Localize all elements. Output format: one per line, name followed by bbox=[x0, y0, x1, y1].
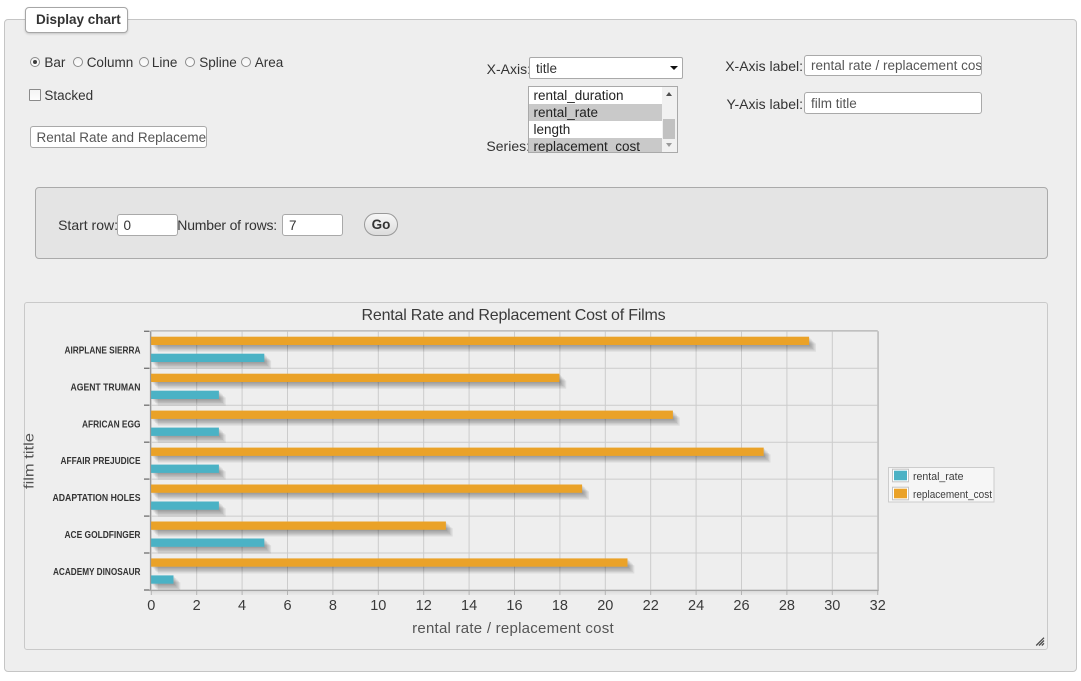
svg-text:Rental Rate and Replacement Co: Rental Rate and Replacement Cost of Film… bbox=[362, 307, 666, 324]
svg-text:14: 14 bbox=[461, 598, 477, 614]
svg-text:10: 10 bbox=[370, 598, 386, 614]
svg-text:AFFAIR PREJUDICE: AFFAIR PREJUDICE bbox=[61, 456, 141, 467]
svg-text:AGENT TRUMAN: AGENT TRUMAN bbox=[71, 382, 141, 393]
svg-text:ADAPTATION HOLES: ADAPTATION HOLES bbox=[53, 493, 141, 504]
svg-text:ACE GOLDFINGER: ACE GOLDFINGER bbox=[65, 530, 142, 541]
svg-text:12: 12 bbox=[416, 598, 432, 614]
svg-text:24: 24 bbox=[688, 598, 704, 614]
svg-text:4: 4 bbox=[238, 598, 246, 614]
svg-text:2: 2 bbox=[193, 598, 201, 614]
svg-text:rental rate / replacement cost: rental rate / replacement cost bbox=[412, 620, 614, 637]
svg-text:28: 28 bbox=[779, 598, 795, 614]
svg-text:AFRICAN EGG: AFRICAN EGG bbox=[82, 419, 141, 430]
svg-text:22: 22 bbox=[643, 598, 659, 614]
svg-text:rental_rate: rental_rate bbox=[913, 471, 964, 483]
svg-text:8: 8 bbox=[329, 598, 337, 614]
svg-text:18: 18 bbox=[552, 598, 568, 614]
svg-text:6: 6 bbox=[283, 598, 291, 614]
svg-text:30: 30 bbox=[824, 598, 840, 614]
svg-text:replacement_cost: replacement_cost bbox=[913, 489, 992, 501]
svg-text:32: 32 bbox=[870, 598, 886, 614]
svg-text:20: 20 bbox=[597, 598, 613, 614]
svg-text:ACADEMY DINOSAUR: ACADEMY DINOSAUR bbox=[53, 567, 141, 578]
svg-text:26: 26 bbox=[733, 598, 749, 614]
svg-text:AIRPLANE SIERRA: AIRPLANE SIERRA bbox=[65, 345, 141, 356]
svg-text:16: 16 bbox=[506, 598, 522, 614]
svg-text:0: 0 bbox=[147, 598, 155, 614]
svg-text:film title: film title bbox=[22, 433, 37, 489]
